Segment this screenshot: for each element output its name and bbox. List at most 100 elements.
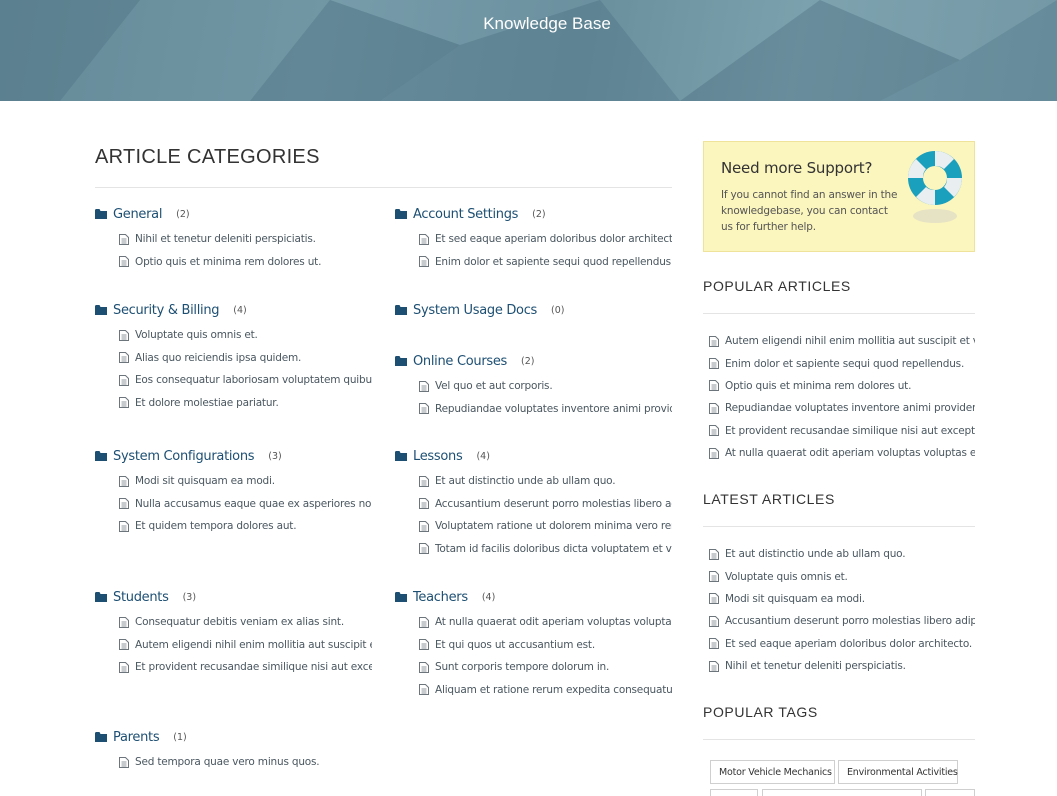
category-link[interactable]: Parents [113,730,160,745]
tag-environmental-activities[interactable]: Environmental Activities [838,760,958,784]
article-link[interactable]: Sunt corporis tempore dolorum in. [395,656,672,679]
article-title: Voluptate quis omnis et. [725,570,848,583]
article-link[interactable]: Alias quo reiciendis ipsa quidem. [95,347,372,370]
category-link[interactable]: System Configurations [113,449,255,464]
folder-icon [395,209,407,219]
divider [703,739,975,740]
category-link[interactable]: General [113,207,162,222]
article-title: Et aut distinctio unde ab ullam quo. [435,475,616,488]
article-title: Enim dolor et sapiente sequi quod repell… [435,255,672,268]
document-icon [419,256,429,268]
article-title: Enim dolor et sapiente sequi quod repell… [725,357,965,370]
article-title: Sunt corporis tempore dolorum in. [435,661,610,674]
category-block: Lessons (4) Et aut distinctio unde ab ulla… [395,446,672,560]
article-link[interactable]: Et quidem tempora dolores aut. [95,515,372,538]
category-link[interactable]: Account Settings [413,207,518,222]
article-link[interactable]: Et dolore molestiae pariatur. [95,392,372,415]
sidebar-article-link[interactable]: Voluptate quis omnis et. [709,565,975,587]
category-count: (4) [481,591,496,603]
article-link[interactable]: Autem eligendi nihil enim mollitia aut s… [95,634,372,657]
article-link[interactable]: Consequatur debitis veniam ex alias sint… [95,611,372,634]
document-icon [709,660,719,672]
divider [703,526,975,527]
document-icon [709,335,719,347]
article-title: Aliquam et ratione rerum expedita conseq… [435,683,672,696]
article-link[interactable]: Et sed eaque aperiam doloribus dolor arc… [395,228,672,251]
category-link[interactable]: Online Courses [413,354,507,369]
document-icon [419,661,429,673]
sidebar-article-link[interactable]: Et aut distinctio unde ab ullam quo. [709,543,975,565]
article-title: At nulla quaerat odit aperiam voluptas v… [725,447,975,460]
article-link[interactable]: Modi sit quisquam ea modi. [95,470,372,493]
article-title: Consequatur debitis veniam ex alias sint… [135,616,344,629]
article-link[interactable]: Voluptatem ratione ut dolorem minima ver… [395,515,672,538]
sidebar-article-link[interactable]: Autem eligendi nihil enim mollitia aut s… [709,330,975,352]
sidebar-article-link[interactable]: Optio quis et minima rem dolores ut. [709,375,975,397]
category-block: Security & Billing (4) Voluptate quis omni… [95,300,372,414]
folder-icon [95,732,107,742]
article-title: Et quidem tempora dolores aut. [135,520,297,533]
sidebar-article-link[interactable]: Modi sit quisquam ea modi. [709,588,975,610]
folder-icon [395,305,407,315]
folder-icon [95,451,107,461]
sidebar-article-link[interactable]: At nulla quaerat odit aperiam voluptas v… [709,442,975,464]
document-icon [119,661,129,673]
article-link[interactable]: Aliquam et ratione rerum expedita conseq… [395,679,672,702]
sidebar-article-link[interactable]: Enim dolor et sapiente sequi quod repell… [709,352,975,374]
category-block: Parents (1) Sed tempora quae vero minus qu… [95,727,372,774]
sidebar-article-link[interactable]: Accusantium deserunt porro molestias lib… [709,610,975,632]
document-icon [709,425,719,437]
article-link[interactable]: Voluptate quis omnis et. [95,324,372,347]
article-list: Consequatur debitis veniam ex alias sint… [95,611,372,679]
category-link[interactable]: System Usage Docs [413,303,537,318]
category-count: (3) [182,591,197,603]
tag[interactable] [762,789,922,796]
article-link[interactable]: At nulla quaerat odit aperiam voluptas v… [395,611,672,634]
article-title: Modi sit quisquam ea modi. [135,475,275,488]
document-icon [119,475,129,487]
article-link[interactable]: Totam id facilis doloribus dicta volupta… [395,538,672,561]
article-link[interactable]: Nulla accusamus eaque quae ex asperiores… [95,493,372,516]
article-title: Et sed eaque aperiam doloribus dolor arc… [435,233,672,246]
tag-motor-vehicle-mechanics[interactable]: Motor Vehicle Mechanics [710,760,835,784]
category-link[interactable]: Teachers [413,590,468,605]
category-link[interactable]: Security & Billing [113,303,220,318]
article-link[interactable]: Nihil et tenetur deleniti perspiciatis. [95,228,372,251]
category-link[interactable]: Students [113,590,169,605]
category-count: (2) [176,208,190,220]
document-icon [119,256,129,268]
sidebar-article-link[interactable]: Et sed eaque aperiam doloribus dolor arc… [709,633,975,655]
article-link[interactable]: Et aut distinctio unde ab ullam quo. [395,470,672,493]
article-link[interactable]: Et qui quos ut accusantium est. [395,634,672,657]
article-link[interactable]: Sed tempora quae vero minus quos. [95,751,372,774]
article-link[interactable]: Accusantium deserunt porro molestias lib… [395,493,672,516]
sidebar-article-link[interactable]: Et provident recusandae similique nisi a… [709,420,975,442]
category-count: (4) [476,450,490,462]
category-count: (0) [551,304,565,316]
article-link[interactable]: Enim dolor et sapiente sequi quod repell… [395,251,672,274]
document-icon [419,616,429,628]
article-title: Autem eligendi nihil enim mollitia aut s… [135,638,372,651]
article-link[interactable]: Et provident recusandae similique nisi a… [95,656,372,679]
support-text: If you cannot find an answer in the know… [721,189,898,233]
tag[interactable] [710,789,758,796]
folder-icon [95,209,107,219]
article-list: Et sed eaque aperiam doloribus dolor arc… [395,228,672,273]
category-count: (1) [173,731,187,743]
document-icon [119,329,129,341]
article-title: Et sed eaque aperiam doloribus dolor arc… [725,637,973,650]
document-icon [419,380,429,392]
sidebar-article-link[interactable]: Repudiandae voluptates inventore animi p… [709,397,975,419]
document-icon [419,639,429,651]
sidebar-article-link[interactable]: Nihil et tenetur deleniti perspiciatis. [709,655,975,677]
article-link[interactable]: Vel quo et aut corporis. [395,375,672,398]
document-icon [709,638,719,650]
latest-articles-title: LATEST ARTICLES [703,491,835,507]
article-link[interactable]: Optio quis et minima rem dolores ut. [95,251,372,274]
category-block: Students (3) Consequatur debitis veniam ex… [95,587,372,679]
article-link[interactable]: Repudiandae voluptates inventore animi p… [395,398,672,421]
article-link[interactable]: Eos consequatur laboriosam voluptatem qu… [95,369,372,392]
category-link[interactable]: Lessons [413,449,463,464]
tag[interactable] [925,789,975,796]
document-icon [419,520,429,532]
